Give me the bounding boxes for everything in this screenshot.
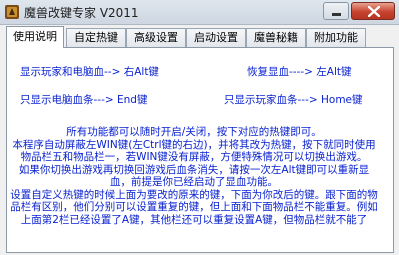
info-text: 所有功能都可以随时开启/关闭，按下对应的热键即可。 本程序自动屏蔽左WIN键(左… [10,126,378,226]
tab-custom-hotkeys[interactable]: 自定热键 [66,28,126,47]
window-title: 魔兽改键专家 V2011 [24,6,139,20]
hotkey-player-hp-only: 只显示玩家血条---> Home键 [224,94,363,106]
hotkey-restore-hp: 恢复显血----> 左Alt键 [247,66,352,78]
tab-advanced-settings[interactable]: 高级设置 [126,28,186,47]
close-icon [368,6,380,17]
info-line-custom: 设置自定义热键的时候上面为要改的原来的键，下面为你改后的键。跟下面的物品栏有区别… [10,188,378,226]
tab-instructions[interactable]: 使用说明 [6,26,64,48]
minimize-icon [332,13,341,16]
info-line-restore: 如果你切换出游戏再切换回游戏后血条消失，请按一次左Alt键即可以重新显血，前提是… [18,163,370,189]
tab-extra-features[interactable]: 附加功能 [306,28,366,47]
app-icon [5,5,19,19]
hotkey-creep-hp-only: 只显示电脑血条---> End键 [20,94,148,106]
tab-warcraft-cheats[interactable]: 魔兽秘籍 [246,28,306,47]
info-line-win-key: 本程序自动屏蔽左WIN键(左Ctrl键的右边)，并将其改为热键，按下就同时使用物… [12,138,376,164]
title-bar[interactable]: 魔兽改键专家 V2011 [0,0,399,25]
tab-startup-settings[interactable]: 启动设置 [186,28,246,47]
close-button[interactable] [351,2,395,20]
info-line-toggle: 所有功能都可以随时开启/关闭，按下对应的热键即可。 [66,126,322,138]
minimize-button[interactable] [323,2,349,20]
hotkey-show-all-hp: 显示玩家和电脑血--> 右Alt键 [20,66,159,78]
